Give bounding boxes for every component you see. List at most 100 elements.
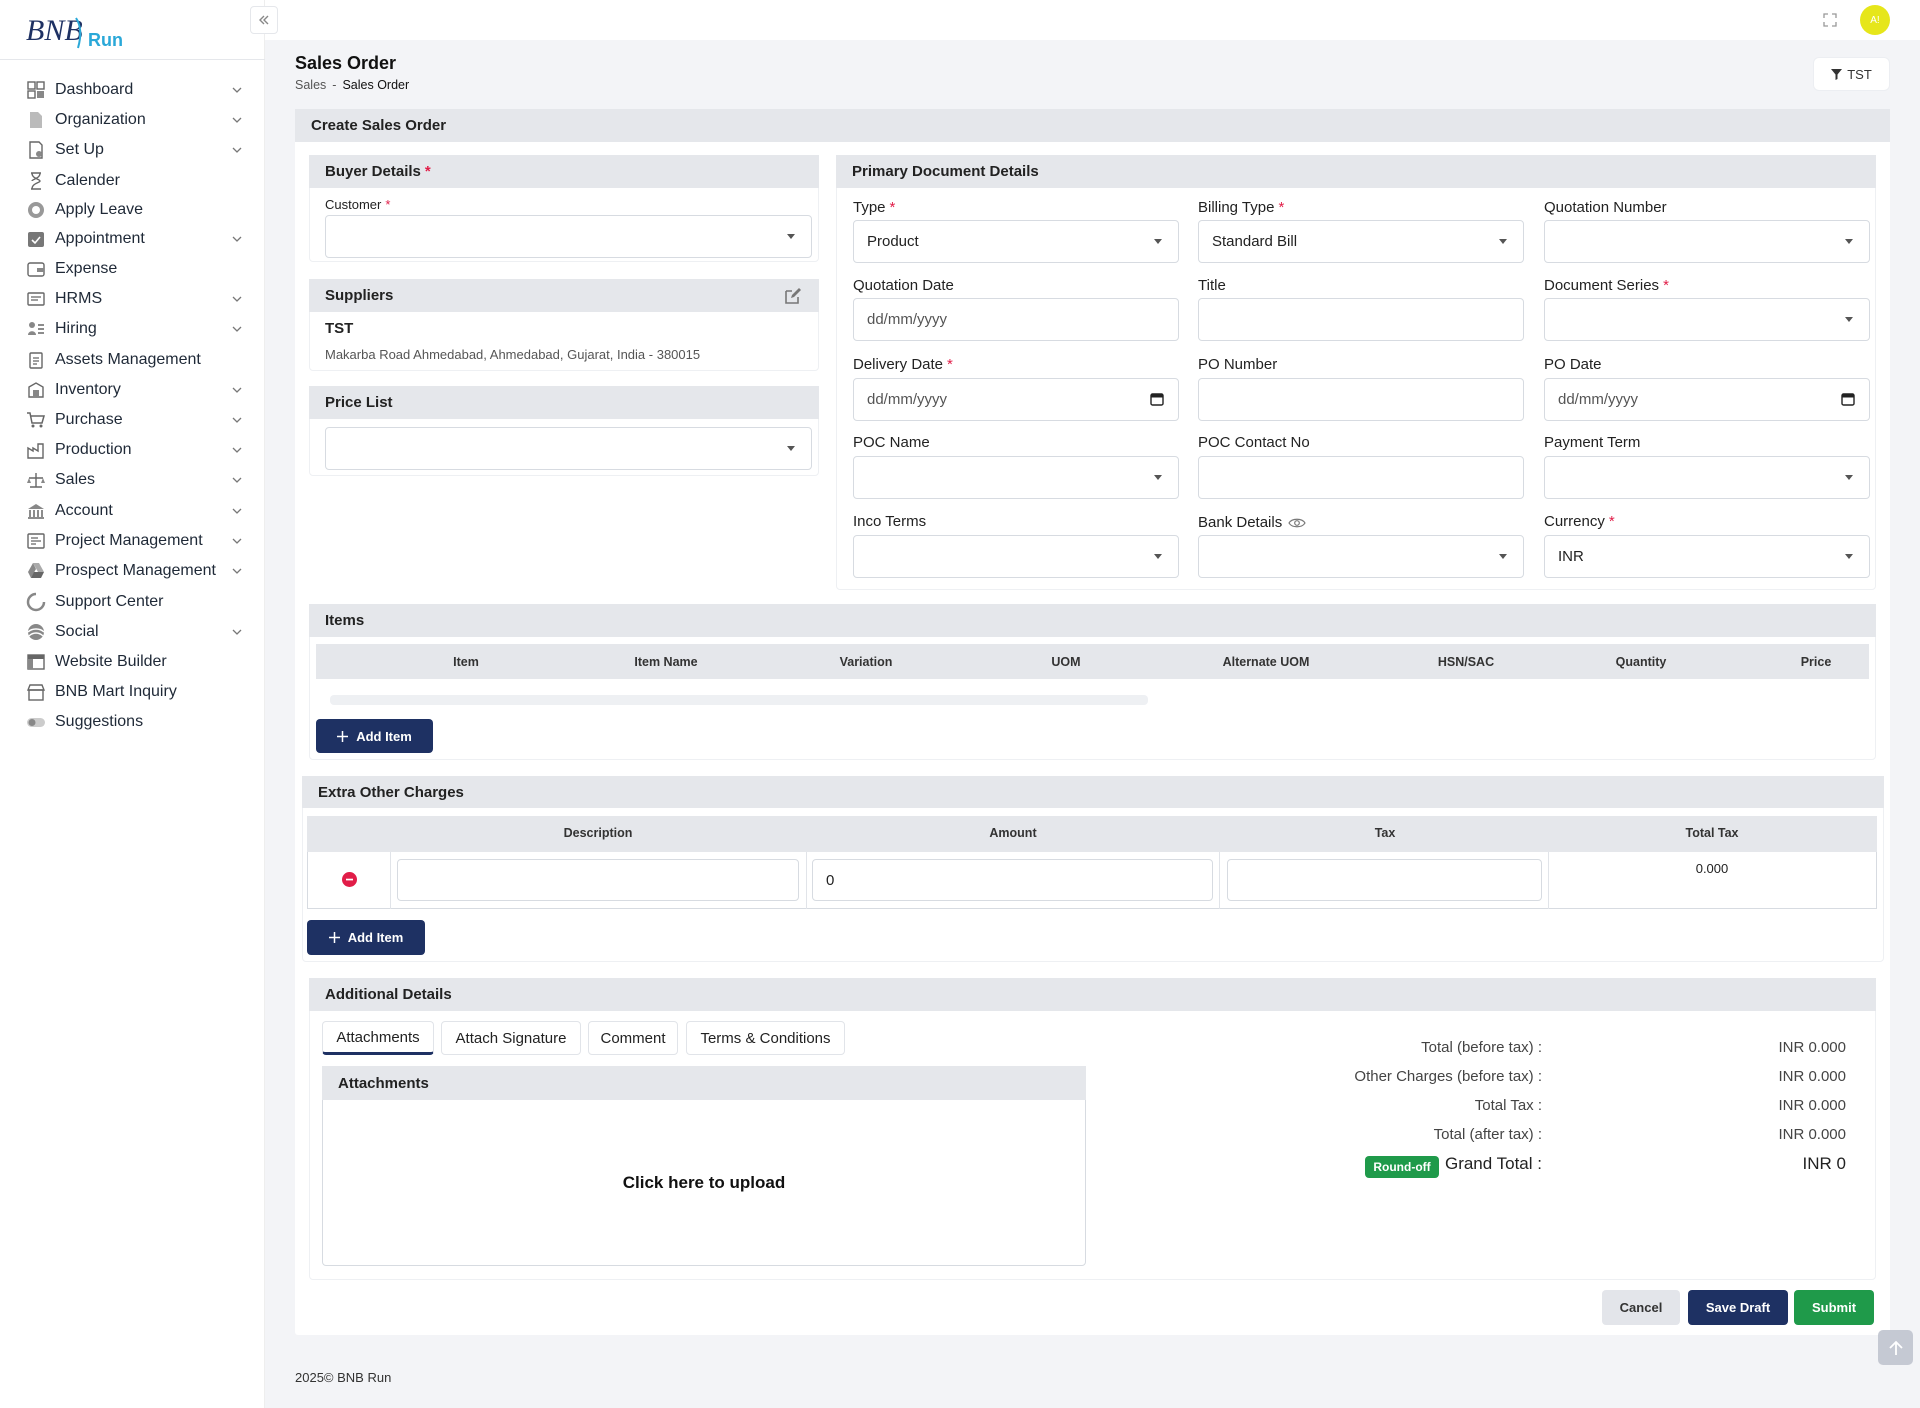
poc-name-select[interactable] bbox=[853, 456, 1179, 499]
poc-contact-input[interactable] bbox=[1198, 456, 1524, 499]
title-input[interactable] bbox=[1198, 298, 1524, 341]
sidebar-item-label: BNB Mart Inquiry bbox=[55, 683, 177, 700]
po-date-input[interactable]: dd/mm/yyyy bbox=[1544, 378, 1870, 421]
cart-icon bbox=[26, 410, 46, 430]
social-icon bbox=[26, 622, 46, 642]
sidebar-item-assets-management[interactable]: Assets Management bbox=[0, 345, 265, 375]
grand-total-label: Grand Total : bbox=[1444, 1154, 1542, 1173]
sidebar-item-label: Production bbox=[55, 441, 132, 458]
user-avatar[interactable]: A! bbox=[1860, 5, 1890, 35]
currency-select[interactable]: INR bbox=[1544, 535, 1870, 578]
submit-button[interactable]: Submit bbox=[1794, 1290, 1874, 1325]
sidebar-item-apply-leave[interactable]: Apply Leave bbox=[0, 195, 265, 225]
customer-select[interactable] bbox=[325, 215, 812, 258]
horizontal-scrollbar[interactable] bbox=[330, 695, 1148, 705]
calendar-icon[interactable] bbox=[1841, 392, 1855, 406]
dropdown-caret-icon bbox=[787, 446, 795, 451]
supplier-name: TST bbox=[325, 320, 354, 337]
sidebar-item-organization[interactable]: Organization bbox=[0, 105, 265, 135]
tab-comment[interactable]: Comment bbox=[588, 1021, 678, 1055]
chevron-down-icon[interactable] bbox=[232, 538, 242, 544]
sidebar-item-calender[interactable]: Calender bbox=[0, 166, 265, 196]
chevron-down-icon[interactable] bbox=[232, 417, 242, 423]
sidebar-item-account[interactable]: Account bbox=[0, 496, 265, 526]
sidebar-item-dashboard[interactable]: Dashboard bbox=[0, 75, 265, 105]
sidebar-item-hiring[interactable]: Hiring bbox=[0, 314, 265, 344]
sidebar-item-hrms[interactable]: HRMS bbox=[0, 284, 265, 314]
chevron-down-icon[interactable] bbox=[232, 629, 242, 635]
sidebar-item-project-management[interactable]: Project Management bbox=[0, 526, 265, 556]
extra-col-tax: Tax bbox=[1374, 826, 1396, 840]
bank-details-select[interactable] bbox=[1198, 535, 1524, 578]
sidebar-item-suggestions[interactable]: Suggestions bbox=[0, 707, 265, 737]
total-tax-label: Total Tax : bbox=[1474, 1097, 1542, 1114]
chevron-down-icon[interactable] bbox=[232, 568, 242, 574]
topbar bbox=[265, 0, 1920, 40]
remove-row-icon[interactable] bbox=[342, 872, 357, 887]
save-draft-button[interactable]: Save Draft bbox=[1688, 1290, 1788, 1325]
sidebar-item-inventory[interactable]: Inventory bbox=[0, 375, 265, 405]
chevron-down-icon[interactable] bbox=[232, 326, 242, 332]
collapse-sidebar-icon[interactable] bbox=[250, 6, 278, 34]
chevron-down-icon[interactable] bbox=[232, 236, 242, 242]
tab-attach-signature[interactable]: Attach Signature bbox=[441, 1021, 581, 1055]
sidebar-item-prospect-management[interactable]: Prospect Management bbox=[0, 556, 265, 586]
calendar-icon[interactable] bbox=[1150, 392, 1164, 406]
po-number-input[interactable] bbox=[1198, 378, 1524, 421]
cancel-button[interactable]: Cancel bbox=[1602, 1290, 1680, 1325]
project-icon bbox=[26, 531, 46, 551]
company-filter-button[interactable]: TST bbox=[1813, 57, 1890, 91]
sidebar-item-website-builder[interactable]: Website Builder bbox=[0, 647, 265, 677]
chevron-down-icon[interactable] bbox=[232, 147, 242, 153]
chevron-down-icon[interactable] bbox=[232, 117, 242, 123]
payment-term-select[interactable] bbox=[1544, 456, 1870, 499]
add-item-button[interactable]: Add Item bbox=[316, 719, 433, 753]
items-col-item-name: Item Name bbox=[634, 655, 698, 669]
type-select[interactable]: Product bbox=[853, 220, 1179, 263]
tab-attachments[interactable]: Attachments bbox=[322, 1021, 434, 1055]
charge-tax-select[interactable] bbox=[1227, 859, 1542, 901]
chevron-down-icon[interactable] bbox=[232, 87, 242, 93]
chevron-down-icon[interactable] bbox=[232, 477, 242, 483]
document-series-select[interactable] bbox=[1544, 298, 1870, 341]
add-charge-button[interactable]: Add Item bbox=[307, 920, 425, 955]
total-before-tax-label: Total (before tax) : bbox=[1421, 1039, 1542, 1056]
brand-logo[interactable]: BNB Run bbox=[24, 4, 174, 56]
scroll-to-top-button[interactable] bbox=[1878, 1330, 1913, 1365]
chevron-down-icon[interactable] bbox=[232, 387, 242, 393]
sidebar-item-production[interactable]: Production bbox=[0, 435, 265, 465]
sidebar-item-bnb-mart-inquiry[interactable]: BNB Mart Inquiry bbox=[0, 677, 265, 707]
chevron-down-icon[interactable] bbox=[232, 508, 242, 514]
sidebar-item-label: Project Management bbox=[55, 532, 203, 549]
edit-supplier-icon[interactable] bbox=[783, 287, 803, 305]
breadcrumb-parent[interactable]: Sales bbox=[295, 78, 326, 92]
sidebar-item-sales[interactable]: Sales bbox=[0, 465, 265, 495]
inco-terms-select[interactable] bbox=[853, 535, 1179, 578]
price-list-select[interactable] bbox=[325, 427, 812, 470]
sidebar-item-support-center[interactable]: Support Center bbox=[0, 587, 265, 617]
sidebar-item-social[interactable]: Social bbox=[0, 617, 265, 647]
sidebar-item-label: Sales bbox=[55, 471, 96, 488]
sidebar-item-appointment[interactable]: Appointment bbox=[0, 224, 265, 254]
chevron-down-icon[interactable] bbox=[232, 447, 242, 453]
eye-icon[interactable] bbox=[1288, 517, 1306, 529]
billing-type-select[interactable]: Standard Bill bbox=[1198, 220, 1524, 263]
delivery-date-input[interactable]: dd/mm/yyyy bbox=[853, 378, 1179, 421]
tab-terms-conditions[interactable]: Terms & Conditions bbox=[686, 1021, 845, 1055]
customer-label: Customer * bbox=[325, 197, 391, 212]
quotation-number-select[interactable] bbox=[1544, 220, 1870, 263]
fullscreen-icon[interactable] bbox=[1822, 12, 1838, 28]
dropdown-caret-icon bbox=[1499, 239, 1507, 244]
sidebar-item-purchase[interactable]: Purchase bbox=[0, 405, 265, 435]
person-list-icon bbox=[26, 319, 46, 339]
upload-dropzone[interactable]: Click here to upload bbox=[322, 1100, 1086, 1266]
chevron-down-icon[interactable] bbox=[232, 296, 242, 302]
add-item-label: Add Item bbox=[356, 728, 412, 744]
sidebar-item-expense[interactable]: Expense bbox=[0, 254, 265, 284]
charge-amount-input[interactable]: 0 bbox=[812, 859, 1213, 901]
charge-description-input[interactable] bbox=[397, 859, 799, 901]
filter-label: TST bbox=[1847, 66, 1872, 82]
quotation-date-input[interactable]: dd/mm/yyyy bbox=[853, 298, 1179, 341]
sidebar-item-set-up[interactable]: Set Up bbox=[0, 135, 265, 165]
document-series-label: Document Series * bbox=[1544, 277, 1669, 294]
